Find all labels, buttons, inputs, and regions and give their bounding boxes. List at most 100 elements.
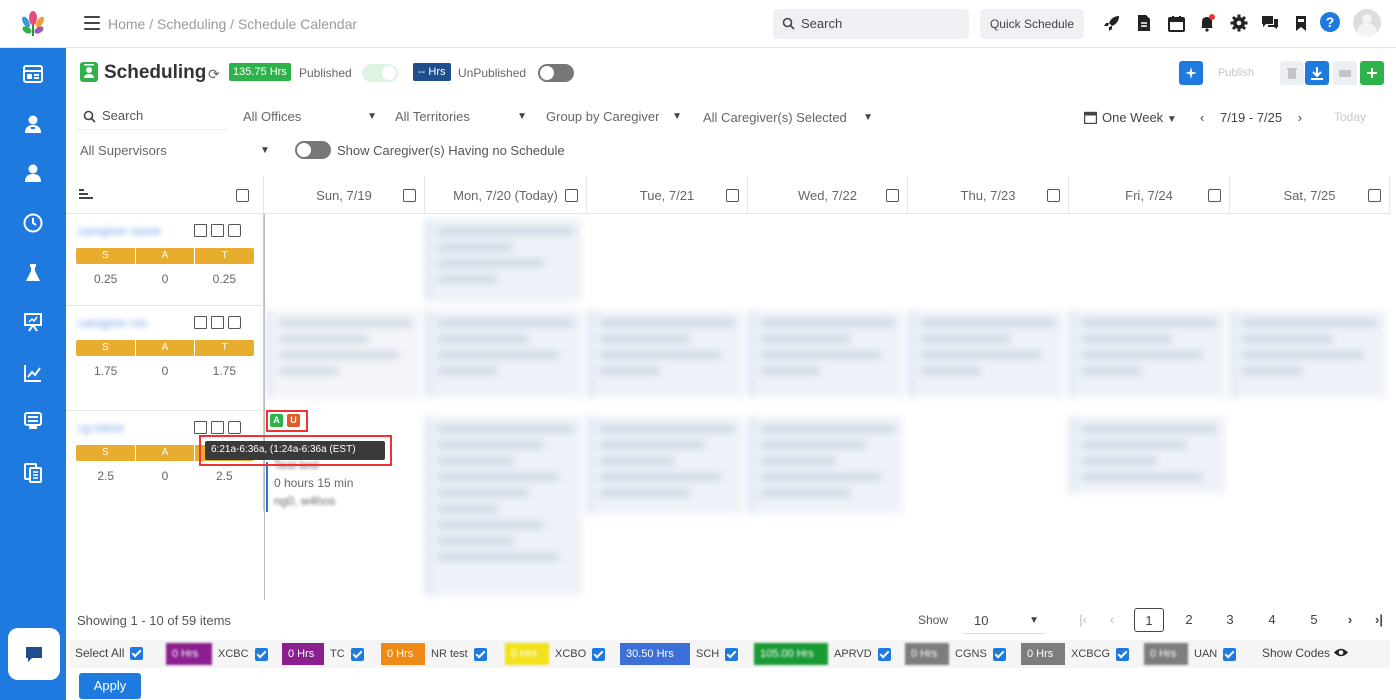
schedule-cell[interactable] — [588, 310, 743, 398]
show-codes-toggle[interactable]: Show Codes — [1262, 646, 1349, 660]
magic-schedule-button[interactable] — [1179, 61, 1203, 85]
user-avatar[interactable] — [1353, 9, 1381, 37]
schedule-cell[interactable] — [749, 310, 903, 398]
caregiver-name[interactable]: caregiver name — [78, 224, 161, 238]
code-checkbox[interactable] — [877, 647, 891, 661]
no-schedule-toggle[interactable] — [295, 141, 331, 159]
calendar-icon[interactable] — [194, 316, 207, 329]
schedule-cell[interactable] — [909, 310, 1064, 398]
document-icon[interactable] — [1134, 13, 1154, 33]
row-checkbox[interactable] — [228, 316, 241, 329]
page-1[interactable]: 1 — [1134, 608, 1164, 632]
quick-schedule-button[interactable]: Quick Schedule — [980, 9, 1084, 39]
breadcrumb[interactable]: Home / Scheduling / Schedule Calendar — [108, 16, 357, 32]
caregiver-name[interactable]: caregiver nm — [78, 316, 147, 330]
schedule-cell[interactable] — [426, 310, 582, 398]
page-2[interactable]: 2 — [1174, 608, 1204, 632]
offices-dropdown[interactable]: All Offices ▼ — [237, 102, 383, 130]
schedule-cell[interactable] — [588, 416, 743, 514]
refresh-icon[interactable]: ⟳ — [208, 66, 220, 83]
global-search-input[interactable]: Search — [773, 9, 969, 39]
schedule-cell[interactable] — [426, 218, 582, 302]
sidebar-item-time[interactable] — [0, 201, 66, 245]
last-page-icon[interactable]: ›| — [1364, 608, 1394, 632]
caregivers-dropdown[interactable]: All Caregiver(s) Selected ▼ — [697, 103, 879, 131]
code-checkbox[interactable] — [473, 647, 487, 661]
code-checkbox[interactable] — [992, 647, 1006, 661]
day-checkbox[interactable] — [1208, 189, 1221, 202]
settings-gear-icon[interactable] — [1229, 13, 1249, 33]
schedule-search-input[interactable]: Search — [76, 102, 228, 130]
page-3[interactable]: 3 — [1215, 608, 1245, 632]
menu-toggle-icon[interactable] — [84, 16, 100, 30]
notes-icon[interactable] — [211, 224, 224, 237]
download-button[interactable] — [1305, 61, 1329, 85]
code-checkbox[interactable] — [254, 647, 268, 661]
next-page-icon[interactable]: › — [1335, 608, 1365, 632]
prev-page-icon[interactable]: ‹ — [1097, 608, 1127, 632]
print-button[interactable] — [1333, 61, 1357, 85]
select-all-rows-checkbox[interactable] — [236, 189, 249, 202]
code-checkbox[interactable] — [725, 647, 739, 661]
help-icon[interactable]: ? — [1320, 12, 1340, 32]
unpublished-toggle[interactable] — [538, 64, 574, 82]
day-checkbox[interactable] — [1047, 189, 1060, 202]
sidebar-item-dashboard[interactable] — [0, 52, 66, 96]
today-button[interactable]: Today — [1334, 110, 1366, 124]
caregiver-name[interactable]: cg name — [78, 421, 124, 435]
territories-dropdown[interactable]: All Territories ▼ — [389, 102, 533, 130]
messages-icon[interactable] — [1260, 13, 1280, 33]
publish-button[interactable]: Publish — [1218, 67, 1254, 79]
day-checkbox[interactable] — [886, 189, 899, 202]
sidebar-item-reports[interactable] — [0, 351, 66, 395]
row-checkbox[interactable] — [228, 421, 241, 434]
calendar-icon[interactable] — [1166, 13, 1186, 33]
supervisors-dropdown[interactable]: All Supervisors ▼ — [76, 138, 276, 164]
view-dropdown[interactable]: One Week ▼ — [1074, 103, 1194, 131]
sidebar-item-clients[interactable] — [0, 102, 66, 146]
add-schedule-button[interactable] — [1360, 61, 1384, 85]
sort-icon[interactable] — [78, 188, 94, 200]
sidebar-item-billing[interactable] — [0, 399, 66, 443]
apply-button[interactable]: Apply — [79, 673, 141, 699]
page-5[interactable]: 5 — [1299, 608, 1329, 632]
select-all-checkbox[interactable] — [130, 646, 144, 660]
schedule-cell[interactable] — [1231, 310, 1386, 398]
prev-week-icon[interactable]: ‹ — [1200, 110, 1204, 125]
code-checkbox[interactable] — [350, 647, 364, 661]
calendar-icon[interactable] — [194, 224, 207, 237]
delete-button[interactable] — [1280, 61, 1304, 85]
page-size-dropdown[interactable]: 10 ▼ — [963, 606, 1045, 634]
sidebar-item-training[interactable] — [0, 300, 66, 344]
first-page-icon[interactable]: |‹ — [1068, 608, 1098, 632]
schedule-cell[interactable] — [1070, 310, 1225, 398]
day-checkbox[interactable] — [403, 189, 416, 202]
schedule-cell[interactable] — [426, 416, 582, 596]
sidebar-item-documents[interactable] — [0, 451, 66, 495]
sidebar-item-caregivers[interactable] — [0, 151, 66, 195]
page-4[interactable]: 4 — [1257, 608, 1287, 632]
chat-button[interactable] — [8, 628, 60, 680]
row-checkbox[interactable] — [228, 224, 241, 237]
group-by-dropdown[interactable]: Group by Caregiver ▼ — [540, 102, 688, 130]
calendar-icon[interactable] — [194, 421, 207, 434]
notes-icon[interactable] — [211, 316, 224, 329]
day-checkbox[interactable] — [565, 189, 578, 202]
notification-bell-icon[interactable] — [1197, 13, 1217, 33]
schedule-cell[interactable] — [1070, 416, 1225, 494]
day-checkbox[interactable] — [1368, 189, 1381, 202]
code-checkbox[interactable] — [1116, 647, 1130, 661]
notes-icon[interactable] — [211, 421, 224, 434]
day-checkbox[interactable] — [726, 189, 739, 202]
schedule-cell[interactable] — [267, 310, 421, 398]
app-logo[interactable] — [0, 0, 66, 48]
bookmark-icon[interactable] — [1291, 13, 1311, 33]
rocket-icon[interactable] — [1102, 13, 1122, 33]
schedule-cell[interactable] — [749, 416, 903, 514]
published-toggle[interactable] — [362, 64, 398, 82]
code-checkbox[interactable] — [592, 647, 606, 661]
sidebar-item-scheduling[interactable] — [0, 251, 66, 295]
next-week-icon[interactable]: › — [1298, 110, 1302, 125]
select-all-codes[interactable]: Select All — [75, 646, 144, 660]
code-checkbox[interactable] — [1223, 647, 1237, 661]
